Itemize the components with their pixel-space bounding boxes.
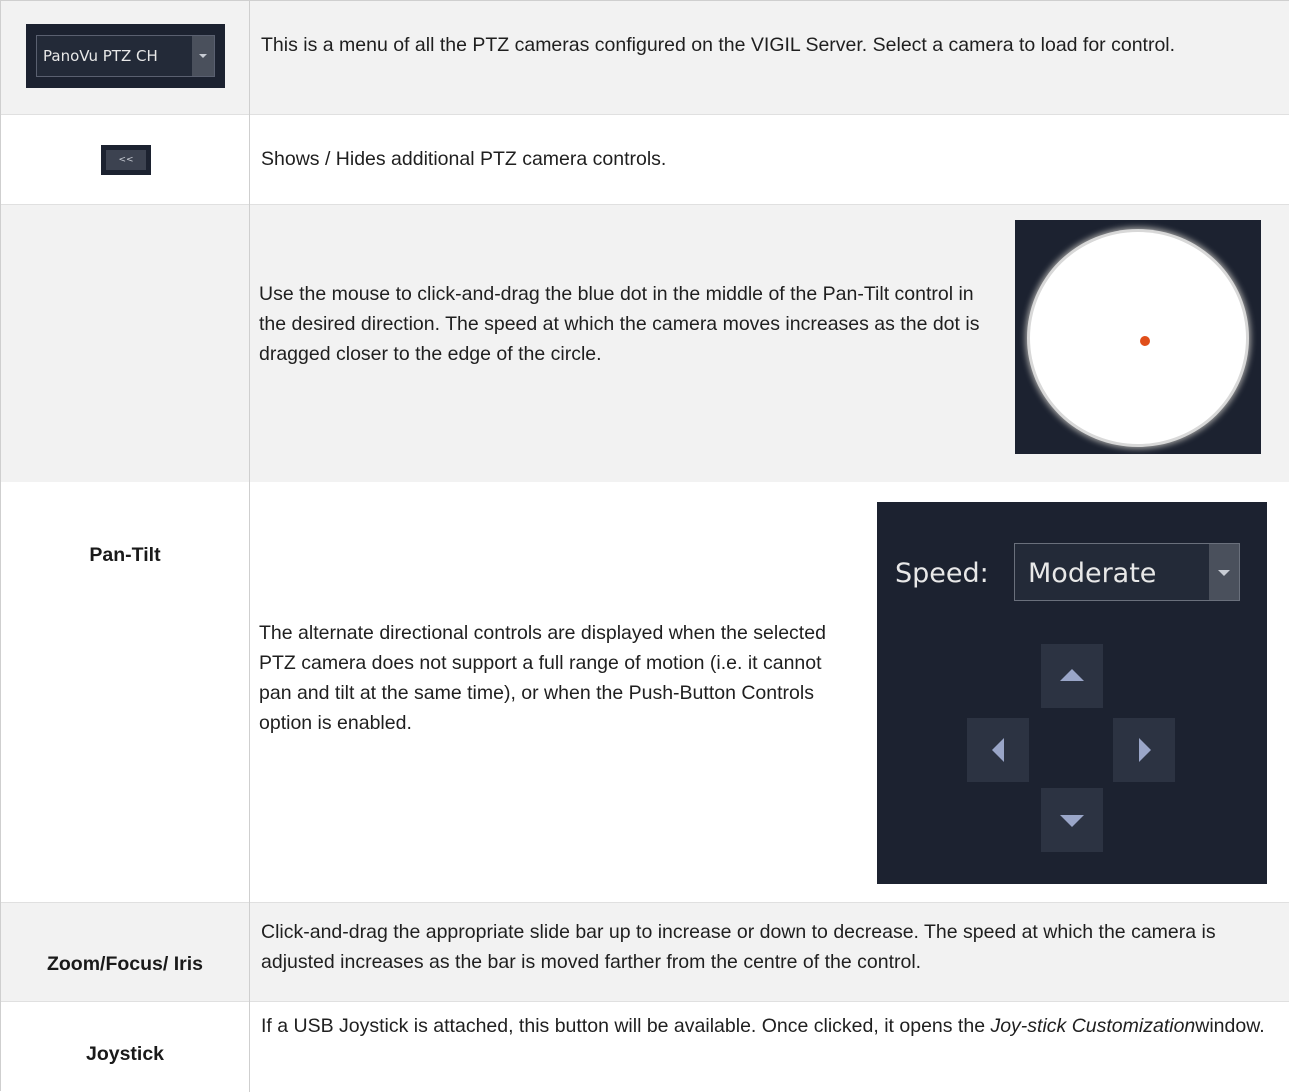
camera-select-dropdown[interactable]: PanoVu PTZ CH bbox=[26, 24, 225, 88]
ptz-controls-table: PanoVu PTZ CH This is a menu of all the … bbox=[0, 0, 1289, 1092]
camera-select-field[interactable]: PanoVu PTZ CH bbox=[36, 35, 215, 77]
row-toggle: << Shows / Hides additional PTZ camera c… bbox=[1, 114, 1289, 204]
alternate-controls-description: The alternate directional controls are d… bbox=[259, 622, 826, 734]
chevron-down-icon[interactable] bbox=[1209, 544, 1239, 600]
speed-select-dropdown[interactable]: Moderate bbox=[1014, 543, 1240, 601]
row-separator bbox=[1, 204, 1289, 205]
pan-tilt-label: Pan-Tilt bbox=[89, 544, 161, 566]
speed-select-value: Moderate bbox=[1028, 558, 1157, 589]
speed-label: Speed: bbox=[895, 558, 989, 589]
arrow-right-icon[interactable] bbox=[1113, 718, 1175, 782]
joystick-customization-window-name: Joy-stick Customization bbox=[990, 1015, 1196, 1037]
arrow-left-icon[interactable] bbox=[967, 718, 1029, 782]
row-zoom-focus-iris: Zoom/Focus/ Iris Click-and-drag the appr… bbox=[1, 902, 1289, 1001]
joystick-description-suffix: window. bbox=[1195, 1015, 1265, 1037]
joystick-description: If a USB Joystick is attached, this butt… bbox=[261, 1011, 1276, 1041]
chevron-down-icon[interactable] bbox=[192, 36, 214, 76]
joystick-description-text: If a USB Joystick is attached, this butt… bbox=[261, 1015, 991, 1037]
row-separator bbox=[1, 902, 1289, 903]
camera-select-value: PanoVu PTZ CH bbox=[43, 47, 158, 65]
arrow-up-icon[interactable] bbox=[1041, 644, 1103, 708]
row-joystick: Joystick If a USB Joystick is attached, … bbox=[1, 1001, 1289, 1092]
zoom-focus-iris-label: Zoom/Focus/ Iris bbox=[46, 953, 204, 975]
alternate-directional-controls: Speed: Moderate bbox=[877, 502, 1267, 884]
pan-tilt-circle[interactable] bbox=[1030, 232, 1246, 444]
camera-menu-description: This is a menu of all the PTZ cameras co… bbox=[261, 34, 1176, 56]
row-separator bbox=[1, 1001, 1289, 1002]
joystick-label: Joystick bbox=[85, 1043, 165, 1065]
zoom-focus-iris-description: Click-and-drag the appropriate slide bar… bbox=[261, 921, 1216, 973]
column-divider bbox=[249, 1, 250, 1092]
show-hide-controls-button[interactable]: << bbox=[101, 145, 151, 175]
row-camera-menu: PanoVu PTZ CH This is a menu of all the … bbox=[1, 1, 1289, 114]
show-hide-button-label: << bbox=[106, 150, 146, 170]
arrow-down-icon[interactable] bbox=[1041, 788, 1103, 852]
row-separator bbox=[1, 114, 1289, 115]
pan-tilt-handle-dot[interactable] bbox=[1140, 336, 1150, 346]
pan-tilt-control bbox=[1015, 220, 1261, 454]
pan-tilt-description: Use the mouse to click-and-drag the blue… bbox=[259, 283, 980, 365]
toggle-description: Shows / Hides additional PTZ camera cont… bbox=[261, 148, 667, 170]
